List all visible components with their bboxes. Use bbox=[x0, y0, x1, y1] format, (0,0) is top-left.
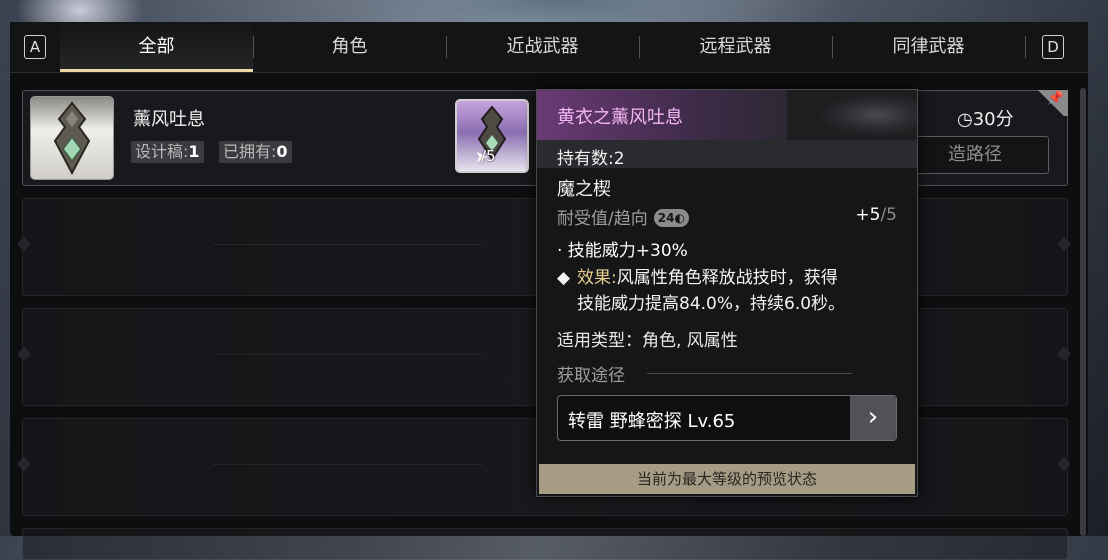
list-item-placeholder[interactable] bbox=[22, 528, 1068, 560]
mod-detail-tooltip: 黄衣之薰风吐息 持有数:2 魔之楔 耐受值/趋向 24◐ +5/5 · 技能威力+… bbox=[536, 89, 918, 497]
pin-icon: 📌 bbox=[1047, 91, 1064, 106]
mod-category: 魔之楔 bbox=[557, 179, 611, 200]
divider-line bbox=[213, 464, 483, 465]
tab-ranged-weapon[interactable]: 远程武器 bbox=[639, 22, 832, 72]
tab-melee-weapon[interactable]: 近战武器 bbox=[446, 22, 639, 72]
stat-bonus-line: · 技能威力+30% bbox=[557, 241, 688, 261]
mod-preview-thumbnail[interactable]: ➤ /5 bbox=[455, 99, 529, 173]
divider-line bbox=[213, 354, 483, 355]
tooltip-title: 黄衣之薰风吐息 bbox=[557, 107, 683, 128]
preview-state-footer: 当前为最大等级的预览状态 bbox=[539, 464, 915, 494]
tooltip-header: 黄衣之薰风吐息 bbox=[537, 90, 917, 140]
diamond-deco-icon bbox=[16, 236, 32, 252]
list-scrollbar[interactable] bbox=[1080, 88, 1086, 536]
diamond-deco-icon bbox=[1056, 346, 1072, 362]
diamond-bullet-icon: ◆ bbox=[557, 268, 571, 288]
applicable-type: 适用类型：角色, 风属性 bbox=[557, 331, 738, 351]
diamond-deco-icon bbox=[1056, 236, 1072, 252]
tab-all[interactable]: 全部 bbox=[60, 22, 253, 72]
divider-line bbox=[213, 244, 483, 245]
header-swirl-art bbox=[787, 90, 917, 140]
mod-emblem-icon bbox=[30, 96, 114, 180]
category-tab-bar: A 全部 角色 近战武器 远程武器 同律武器 D bbox=[10, 22, 1088, 73]
next-tab-key-hint[interactable]: D bbox=[1042, 35, 1064, 59]
source-divider bbox=[647, 373, 852, 374]
refine-count-label: /5 bbox=[481, 147, 496, 165]
prev-tab-key-hint[interactable]: A bbox=[24, 35, 46, 59]
tab-synced-weapon[interactable]: 同律武器 bbox=[832, 22, 1025, 72]
craft-route-button[interactable]: 造路径 bbox=[901, 136, 1049, 174]
diamond-deco-icon bbox=[1056, 456, 1072, 472]
own-count: 持有数:2 bbox=[557, 149, 625, 169]
source-link-button[interactable]: 转雷 野蜂密探 Lv.65 › bbox=[557, 395, 897, 441]
craft-timer: ◷30分 bbox=[957, 109, 1014, 130]
source-heading: 获取途径 bbox=[557, 366, 625, 386]
polarity-icon: ◐ bbox=[674, 211, 685, 225]
pin-corner[interactable]: 📌 bbox=[1034, 90, 1068, 116]
durability-badge: 24◐ bbox=[653, 209, 689, 227]
diamond-deco-icon bbox=[16, 346, 32, 362]
chevron-right-icon[interactable]: › bbox=[850, 396, 896, 440]
tab-character[interactable]: 角色 bbox=[253, 22, 446, 72]
diamond-deco-icon bbox=[16, 456, 32, 472]
durability-line: 耐受值/趋向 24◐ bbox=[557, 204, 689, 229]
item-name: 薰风吐息 bbox=[133, 109, 205, 130]
effect-description: ◆ 效果:风属性角色释放战技时，获得 技能威力提高84.0%，持续6.0秒。 bbox=[557, 265, 902, 317]
clock-icon: ◷ bbox=[957, 109, 973, 130]
design-count-badge: 设计稿:1 bbox=[131, 141, 204, 163]
source-item-label: 转雷 野蜂密探 Lv.65 bbox=[568, 411, 736, 432]
tab-divider bbox=[1025, 36, 1026, 58]
owned-count-badge: 已拥有:0 bbox=[219, 141, 292, 163]
refine-level: +5/5 bbox=[855, 205, 897, 225]
